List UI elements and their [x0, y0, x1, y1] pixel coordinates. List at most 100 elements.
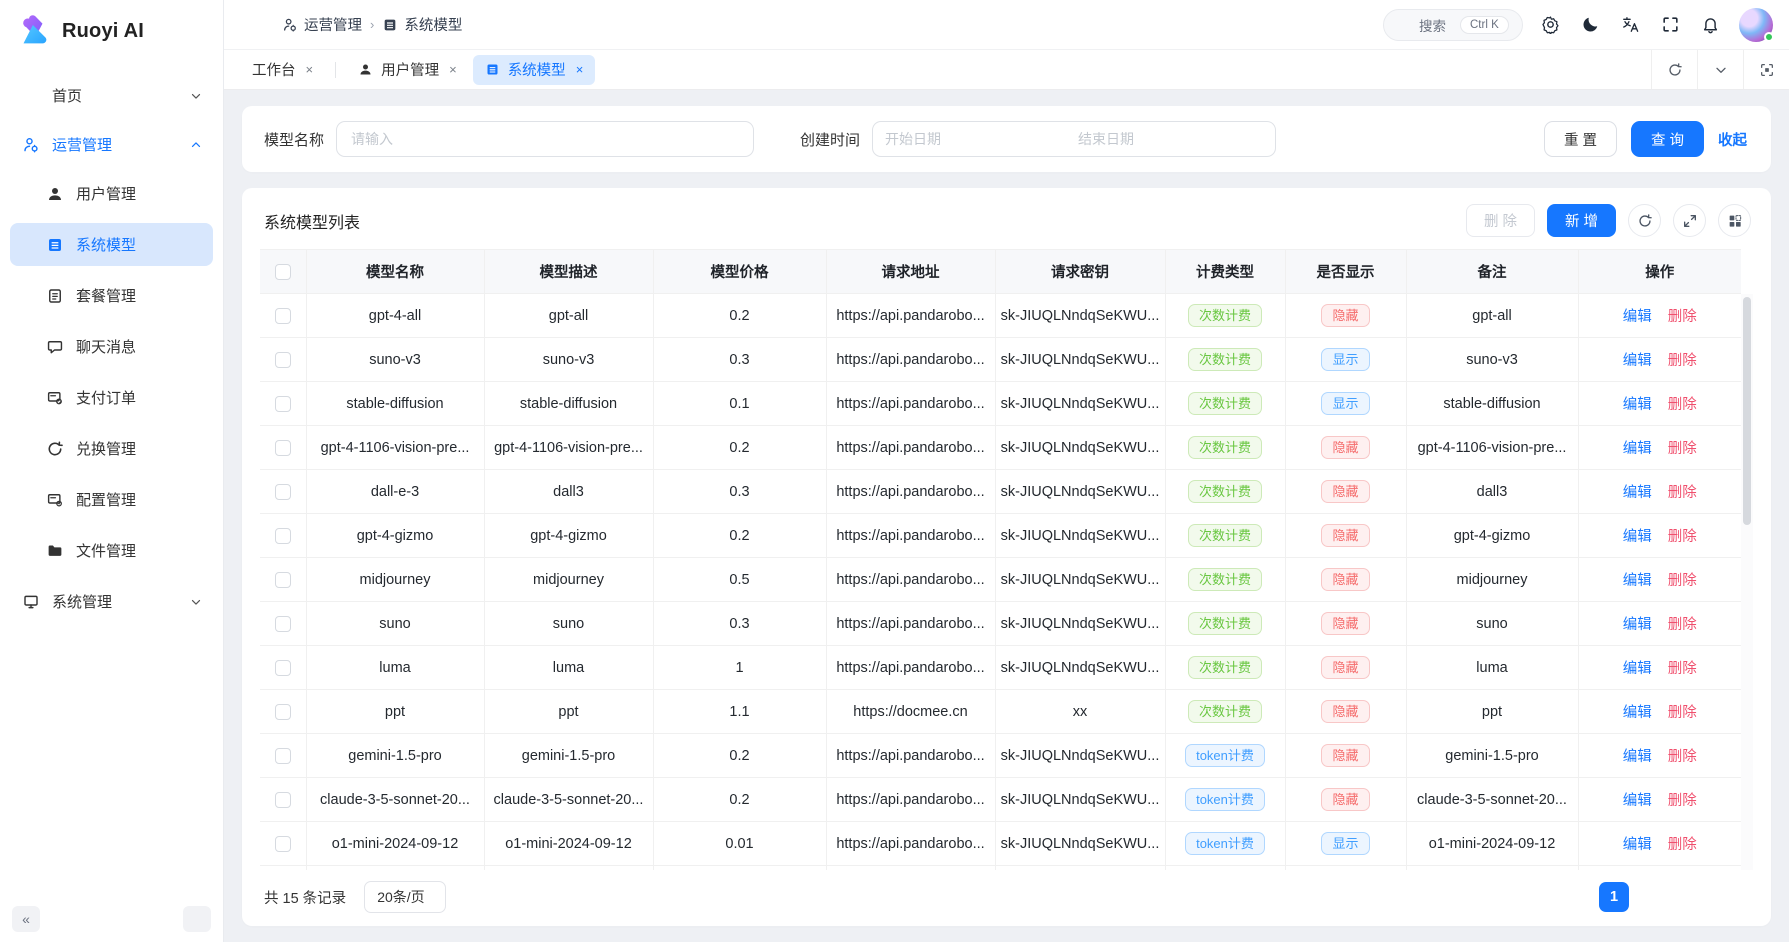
edit-link[interactable]: 编辑 [1623, 749, 1652, 765]
delete-link[interactable]: 删除 [1668, 529, 1697, 545]
pin-sidebar-button[interactable] [183, 906, 211, 932]
sidebar-item-文件管理[interactable]: 文件管理 [10, 529, 213, 572]
row-checkbox[interactable] [275, 748, 291, 764]
edit-link[interactable]: 编辑 [1623, 485, 1652, 501]
create-time-label: 创建时间 [800, 129, 860, 150]
model-name-input[interactable]: 请输入 [336, 121, 754, 157]
current-page-button[interactable]: 1 [1599, 882, 1629, 912]
cell-visibility: 隐藏 [1285, 734, 1406, 778]
row-checkbox[interactable] [275, 308, 291, 324]
row-checkbox[interactable] [275, 572, 291, 588]
edit-link[interactable]: 编辑 [1623, 837, 1652, 853]
tab-工作台[interactable]: 工作台× [240, 55, 325, 85]
row-checkbox[interactable] [275, 616, 291, 632]
sidebar-item-配置管理[interactable]: 配置管理 [10, 478, 213, 521]
chevron-down-icon[interactable] [1697, 50, 1743, 89]
edit-link[interactable]: 编辑 [1623, 441, 1652, 457]
breadcrumb-item-运营管理[interactable]: 运营管理 [282, 14, 362, 35]
hamburger-menu-icon[interactable] [238, 12, 264, 38]
moon-icon[interactable] [1577, 12, 1603, 38]
delete-link[interactable]: 删除 [1668, 705, 1697, 721]
row-checkbox[interactable] [275, 528, 291, 544]
settings-icon[interactable] [1537, 12, 1563, 38]
edit-link[interactable]: 编辑 [1623, 661, 1652, 677]
row-checkbox[interactable] [275, 440, 291, 456]
breadcrumb-item-系统模型[interactable]: 系统模型 [382, 14, 462, 35]
sidebar-item-首页[interactable]: 首页 [10, 74, 213, 117]
delete-button[interactable]: 删 除 [1466, 204, 1535, 237]
sidebar-item-套餐管理[interactable]: 套餐管理 [10, 274, 213, 317]
page-size-select[interactable]: 20条/页 [364, 881, 445, 913]
edit-link[interactable]: 编辑 [1623, 793, 1652, 809]
delete-link[interactable]: 删除 [1668, 485, 1697, 501]
bell-icon[interactable] [1697, 12, 1723, 38]
sidebar-item-聊天消息[interactable]: 聊天消息 [10, 325, 213, 368]
reset-button[interactable]: 重 置 [1544, 121, 1617, 157]
first-page-button[interactable] [1479, 882, 1509, 912]
table-scrollbar[interactable] [1741, 294, 1753, 870]
row-checkbox[interactable] [275, 704, 291, 720]
date-range-picker[interactable]: 开始日期 结束日期 [872, 121, 1276, 157]
translate-icon[interactable] [1617, 12, 1643, 38]
row-checkbox[interactable] [275, 660, 291, 676]
sidebar-item-用户管理[interactable]: 用户管理 [10, 172, 213, 215]
tab-用户管理[interactable]: 用户管理× [346, 55, 469, 85]
screen-icon[interactable] [1743, 50, 1789, 89]
edit-link[interactable]: 编辑 [1623, 353, 1652, 369]
row-select-cell [260, 778, 306, 822]
add-button[interactable]: 新 增 [1547, 204, 1616, 237]
search-button[interactable]: 查 询 [1631, 121, 1704, 157]
delete-link[interactable]: 删除 [1668, 573, 1697, 589]
expand-icon-button[interactable] [1673, 204, 1706, 237]
last-page-button[interactable] [1719, 882, 1749, 912]
delete-link[interactable]: 删除 [1668, 309, 1697, 325]
row-checkbox[interactable] [275, 836, 291, 852]
jump-forward-button[interactable] [1679, 882, 1709, 912]
delete-link[interactable]: 删除 [1668, 793, 1697, 809]
edit-link[interactable]: 编辑 [1623, 617, 1652, 633]
edit-link[interactable]: 编辑 [1623, 529, 1652, 545]
row-checkbox[interactable] [275, 396, 291, 412]
refresh-icon[interactable] [1651, 50, 1697, 89]
close-tab-icon[interactable]: × [449, 62, 457, 77]
sidebar-item-系统模型[interactable]: 系统模型 [10, 223, 213, 266]
cell-visibility: 显示 [1285, 338, 1406, 382]
row-checkbox[interactable] [275, 792, 291, 808]
cell-actions: 编辑删除 [1578, 294, 1741, 338]
sidebar-collapse-button[interactable]: « [12, 906, 40, 932]
tab-系统模型[interactable]: 系统模型× [473, 55, 596, 85]
next-page-button[interactable] [1639, 882, 1669, 912]
prev-page-button[interactable] [1559, 882, 1589, 912]
global-search[interactable]: 搜索 Ctrl K [1383, 9, 1523, 41]
delete-link[interactable]: 删除 [1668, 661, 1697, 677]
edit-link[interactable]: 编辑 [1623, 309, 1652, 325]
refresh-icon-button[interactable] [1628, 204, 1661, 237]
column-header-模型描述: 模型描述 [484, 250, 653, 294]
delete-link[interactable]: 删除 [1668, 837, 1697, 853]
delete-link[interactable]: 删除 [1668, 397, 1697, 413]
sidebar-item-支付订单[interactable]: 支付订单 [10, 376, 213, 419]
sidebar-footer: « [0, 898, 223, 942]
close-tab-icon[interactable]: × [306, 62, 314, 77]
delete-link[interactable]: 删除 [1668, 617, 1697, 633]
select-all-checkbox[interactable] [275, 264, 291, 280]
edit-link[interactable]: 编辑 [1623, 573, 1652, 589]
row-checkbox[interactable] [275, 352, 291, 368]
delete-link[interactable]: 删除 [1668, 749, 1697, 765]
sidebar-item-运营管理[interactable]: 运营管理 [10, 123, 213, 166]
close-tab-icon[interactable]: × [576, 62, 584, 77]
delete-link[interactable]: 删除 [1668, 441, 1697, 457]
fullscreen-icon[interactable] [1657, 12, 1683, 38]
user-avatar[interactable] [1739, 8, 1773, 42]
brand[interactable]: Ruoyi AI [0, 0, 223, 66]
collapse-filter-link[interactable]: 收起 [1718, 129, 1749, 150]
sidebar-item-系统管理[interactable]: 系统管理 [10, 580, 213, 623]
delete-link[interactable]: 删除 [1668, 353, 1697, 369]
columns-icon-button[interactable] [1718, 204, 1751, 237]
row-checkbox[interactable] [275, 484, 291, 500]
sidebar-item-兑换管理[interactable]: 兑换管理 [10, 427, 213, 470]
edit-link[interactable]: 编辑 [1623, 705, 1652, 721]
edit-link[interactable]: 编辑 [1623, 397, 1652, 413]
jump-back-button[interactable] [1519, 882, 1549, 912]
scrollbar-thumb[interactable] [1743, 297, 1751, 525]
